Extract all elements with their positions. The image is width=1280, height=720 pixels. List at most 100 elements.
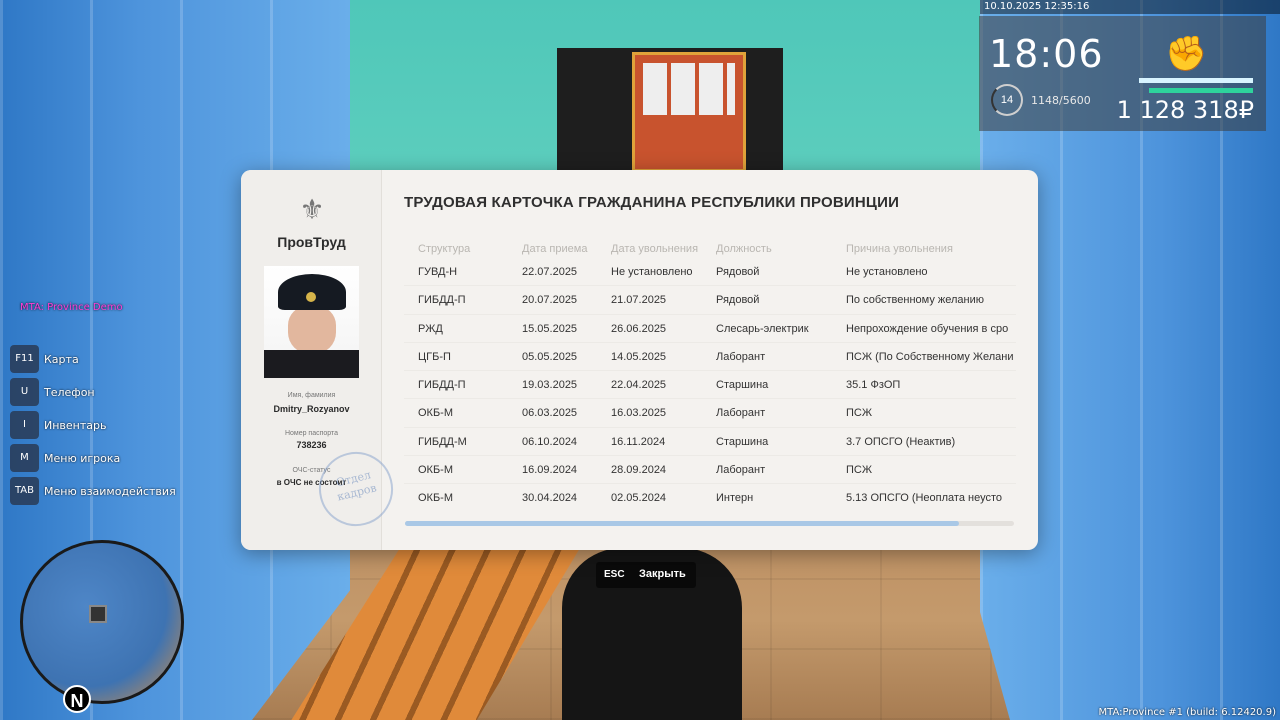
table-cell: Не установлено bbox=[611, 266, 693, 278]
table-cell: 15.05.2025 bbox=[522, 322, 578, 335]
table-cell: ЦГБ-П bbox=[418, 350, 451, 363]
passport-number: 738236 bbox=[296, 440, 327, 450]
hotkey-key: I bbox=[10, 411, 39, 439]
table-cell: ПСЖ bbox=[846, 464, 873, 477]
hotkey-key: U bbox=[10, 378, 39, 406]
table-cell: 16.11.2024 bbox=[611, 435, 666, 448]
table-cell: ОКБ-М bbox=[418, 492, 454, 505]
column-header: Дата приема bbox=[522, 243, 588, 255]
table-cell: РЖД bbox=[418, 322, 443, 335]
passport-caption: Номер паспорта bbox=[284, 430, 339, 437]
money-readout: 1 128 318₽ bbox=[1116, 96, 1254, 124]
table-cell: 02.05.2024 bbox=[611, 492, 667, 505]
cap-badge-icon bbox=[306, 292, 316, 302]
north-indicator: N bbox=[63, 685, 91, 713]
table-cell: ГИБДД-П bbox=[418, 379, 466, 392]
health-bar bbox=[1139, 78, 1253, 83]
table-cell: 5.13 ОПСГО (Неоплата неусто bbox=[846, 492, 1002, 505]
name-caption: Имя, фамилия bbox=[287, 392, 336, 399]
table-cell: 05.05.2025 bbox=[522, 350, 578, 363]
hotkey-interaction-menu[interactable]: TAB Меню взаимодействия bbox=[10, 477, 210, 510]
hotkey-player-menu[interactable]: M Меню игрока bbox=[10, 444, 210, 477]
column-header: Структура bbox=[418, 243, 471, 255]
table-row: ОКБ-М 30.04.2024 02.05.2024 Интерн 5.13 ОПСГ… bbox=[404, 484, 1016, 512]
table-row: ГИБДД-П 20.07.2025 21.07.2025 Рядовой По соб… bbox=[404, 286, 1016, 315]
table-cell: 20.07.2025 bbox=[522, 294, 578, 307]
column-header: Причина увольнения bbox=[846, 243, 953, 255]
table-cell: 22.04.2025 bbox=[611, 379, 667, 392]
table-cell: 16.09.2024 bbox=[522, 464, 578, 477]
card-title: ТРУДОВАЯ КАРТОЧКА ГРАЖДАНИНА РЕСПУБЛИКИ … bbox=[404, 194, 900, 211]
table-row: ОКБ-М 16.09.2024 28.09.2024 Лаборант ПСЖ bbox=[404, 456, 1016, 485]
datetime-readout: 10.10.2025 12:35:16 bbox=[980, 0, 1280, 14]
table-row: РЖД 15.05.2025 26.06.2025 Слесарь-электрик Н… bbox=[404, 315, 1016, 343]
table-cell: Рядовой bbox=[716, 294, 760, 307]
hotkey-map[interactable]: F11 Карта bbox=[10, 345, 210, 378]
employment-table[interactable]: Структура Дата приема Дата увольнения До… bbox=[404, 240, 1016, 512]
hotkey-label: Карта bbox=[44, 353, 79, 366]
citizen-name: Dmitry_Rozyanov bbox=[273, 404, 350, 414]
table-cell: 14.05.2025 bbox=[611, 350, 667, 363]
wanted-photos bbox=[643, 63, 735, 115]
photo-face bbox=[288, 306, 336, 354]
card-sidebar: ⚜ ПровТруд Имя, фамилия Dmitry_Rozyanov … bbox=[241, 170, 401, 550]
hotkey-key: F11 bbox=[10, 345, 39, 373]
hr-stamp: Отдел кадров bbox=[311, 444, 401, 534]
table-cell: 16.03.2025 bbox=[611, 407, 667, 420]
table-cell: 3.7 ОПСГО (Неактив) bbox=[846, 435, 956, 448]
table-cell: Старшина bbox=[716, 379, 769, 392]
table-row: ЦГБ-П 05.05.2025 14.05.2025 Лаборант ПСЖ (По… bbox=[404, 343, 1016, 372]
esc-key: ESC bbox=[604, 569, 625, 580]
minimap bbox=[20, 540, 184, 704]
notice-board bbox=[632, 52, 746, 172]
table-cell: 06.10.2024 bbox=[522, 435, 578, 448]
table-cell: ПСЖ (По Собственному Желани bbox=[846, 350, 1014, 363]
citizen-photo bbox=[264, 266, 359, 378]
hotkey-phone[interactable]: U Телефон bbox=[10, 378, 210, 411]
hotkey-list: F11 Карта U Телефон I Инвентарь M Меню и… bbox=[10, 345, 210, 510]
table-cell: ПСЖ bbox=[846, 407, 873, 420]
table-cell: 21.07.2025 bbox=[611, 294, 667, 307]
table-cell: ОКБ-М bbox=[418, 407, 454, 420]
table-cell: Рядовой bbox=[716, 266, 760, 278]
table-cell: Слесарь-электрик bbox=[716, 322, 809, 335]
table-cell: 19.03.2025 bbox=[522, 379, 578, 392]
photo-uniform bbox=[264, 350, 359, 378]
hotkey-key: M bbox=[10, 444, 39, 472]
hotkey-label: Инвентарь bbox=[44, 419, 107, 432]
fist-icon: ✊ bbox=[1165, 35, 1208, 73]
table-cell: ГИБДД-П bbox=[418, 294, 466, 307]
table-cell: Лаборант bbox=[716, 350, 766, 363]
table-body: ГУВД-Н 22.07.2025 Не установлено Рядовой Не … bbox=[404, 258, 1016, 512]
org-name: ПровТруд bbox=[277, 234, 346, 250]
table-cell: 28.09.2024 bbox=[611, 464, 667, 477]
close-hint[interactable]: ESC Закрыть bbox=[596, 562, 696, 588]
hotkey-inventory[interactable]: I Инвентарь bbox=[10, 411, 210, 444]
game-clock: 18:06 bbox=[989, 32, 1104, 76]
hud-panel: 18:06 ✊ 14 1148/5600 1 128 318₽ bbox=[979, 16, 1266, 131]
player-marker-icon bbox=[89, 605, 107, 623]
hotkey-key: TAB bbox=[10, 477, 39, 505]
table-cell: Старшина bbox=[716, 435, 769, 448]
hotkey-label: Меню игрока bbox=[44, 452, 121, 465]
table-cell: 30.04.2024 bbox=[522, 492, 578, 505]
table-row: ГУВД-Н 22.07.2025 Не установлено Рядовой Не … bbox=[404, 258, 1016, 287]
hotkey-label: Меню взаимодействия bbox=[44, 485, 176, 498]
table-cell: 35.1 ФзОП bbox=[846, 379, 901, 392]
table-cell: Интерн bbox=[716, 492, 754, 505]
table-cell: Непрохождение обучения в сро bbox=[846, 322, 1009, 335]
horizontal-scrollbar[interactable] bbox=[405, 521, 1014, 526]
table-cell: 22.07.2025 bbox=[522, 266, 578, 278]
build-info: MTA:Province #1 (build: 6.12420.9) bbox=[1098, 707, 1276, 718]
table-cell: ОКБ-М bbox=[418, 464, 454, 477]
table-cell: По собственному желанию bbox=[846, 294, 984, 307]
table-cell: Лаборант bbox=[716, 464, 766, 477]
table-cell: Лаборант bbox=[716, 407, 766, 420]
hotkey-label: Телефон bbox=[44, 386, 95, 399]
work-card-modal: ⚜ ПровТруд Имя, фамилия Dmitry_Rozyanov … bbox=[241, 170, 1038, 550]
table-header: Структура Дата приема Дата увольнения До… bbox=[404, 240, 1016, 258]
table-row: ОКБ-М 06.03.2025 16.03.2025 Лаборант ПСЖ bbox=[404, 399, 1016, 428]
scrollbar-thumb[interactable] bbox=[405, 521, 959, 526]
table-cell: 26.06.2025 bbox=[611, 322, 667, 335]
table-row: ГИБДД-П 19.03.2025 22.04.2025 Старшина 35.1 … bbox=[404, 371, 1016, 400]
